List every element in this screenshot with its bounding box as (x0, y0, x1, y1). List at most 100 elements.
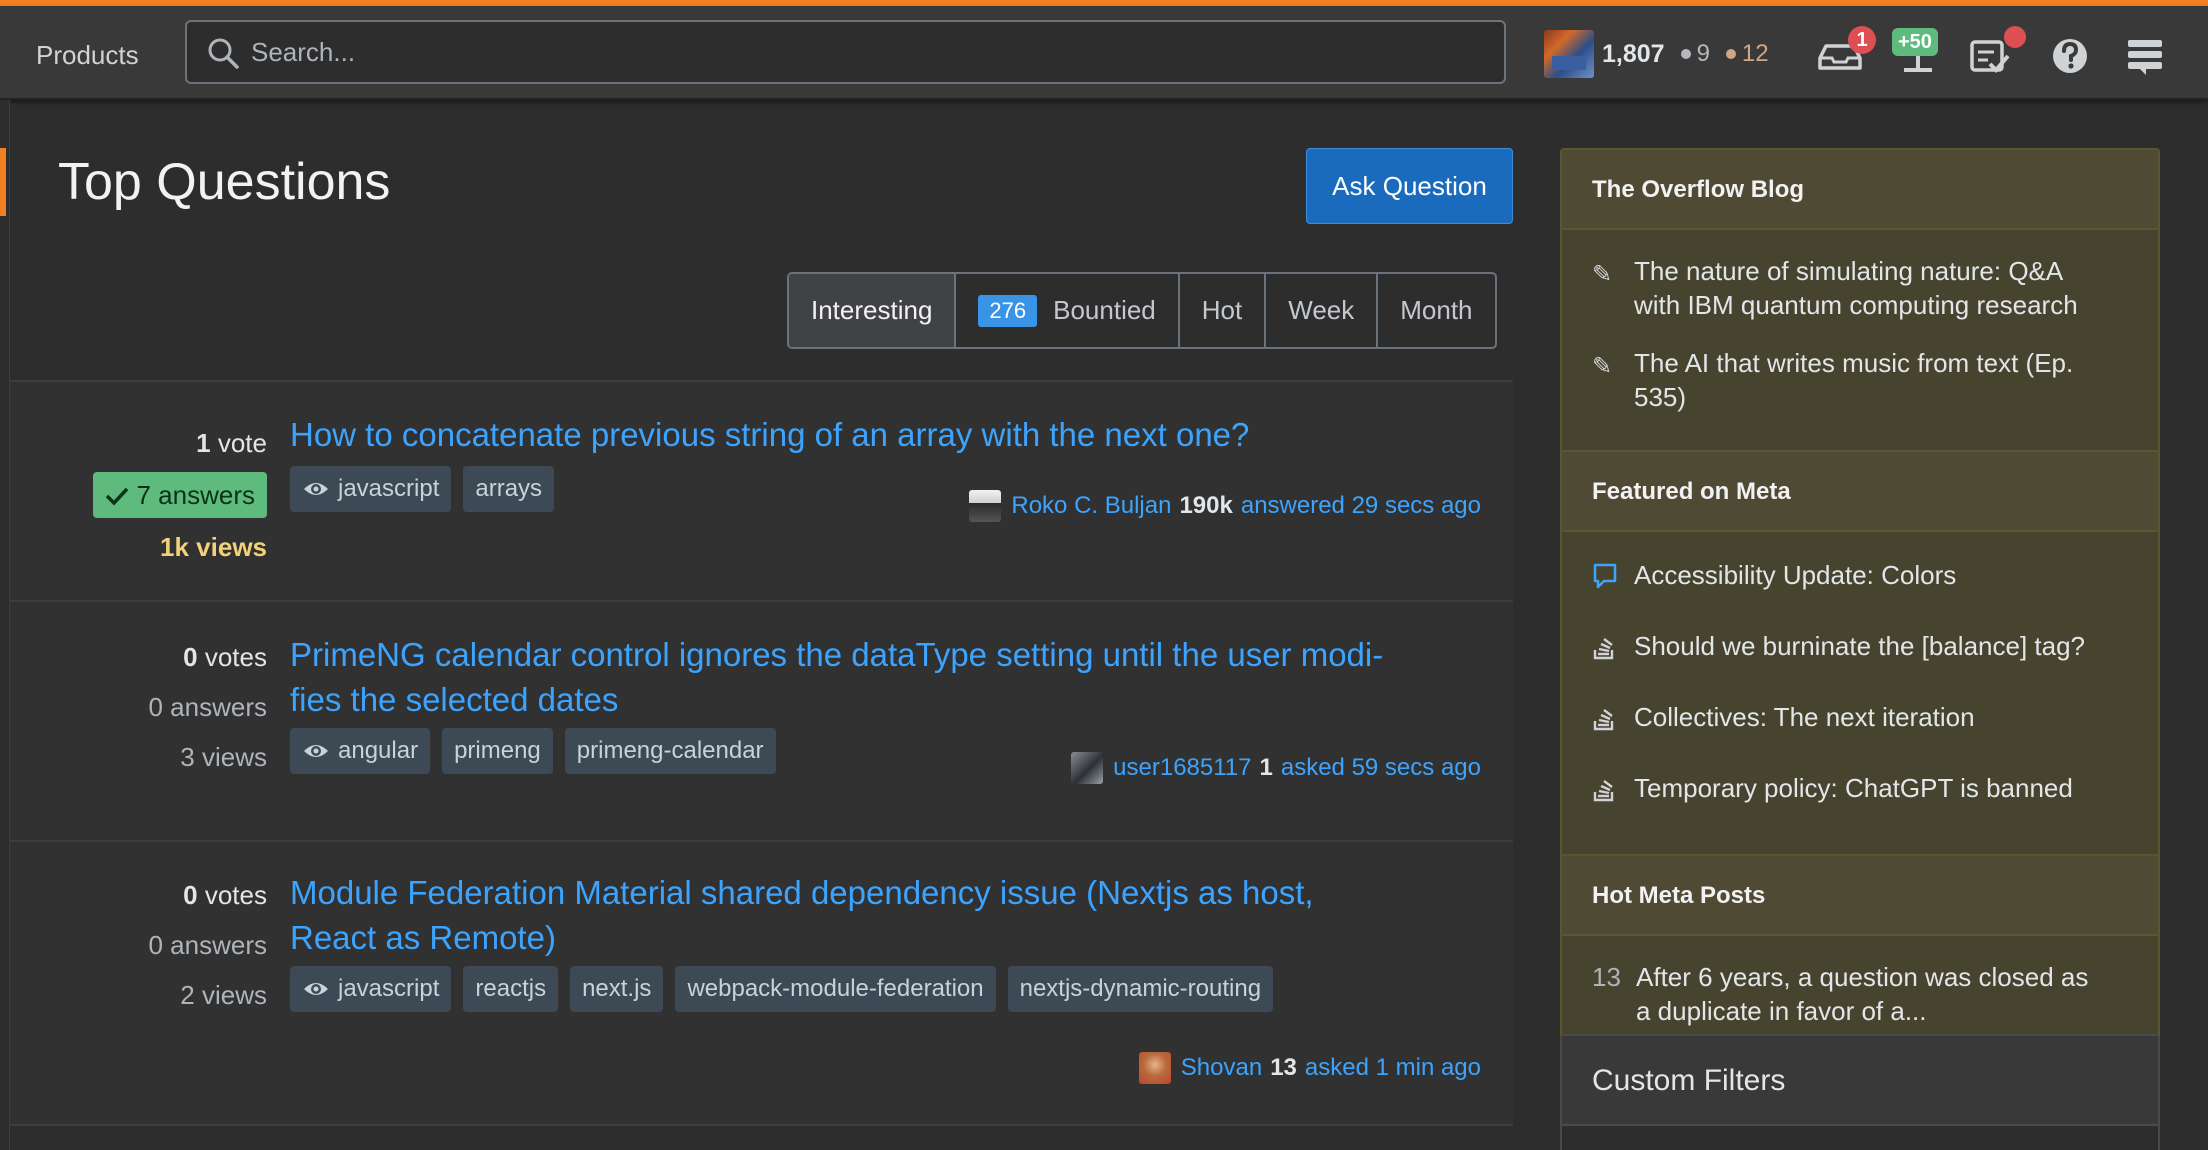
view-count: 2 views (180, 980, 267, 1010)
hot-meta-heading: Hot Meta Posts (1562, 856, 2158, 936)
eye-icon (304, 983, 328, 995)
achievements-badge: +50 (1892, 28, 1938, 56)
user-name-link[interactable]: Shovan (1181, 1054, 1262, 1082)
vote-count: 0 votes (183, 642, 267, 672)
left-nav-active-marker (0, 148, 6, 216)
meta-list: Accessibility Update: Colors Should we b… (1562, 532, 2158, 856)
search-input[interactable] (251, 22, 1471, 82)
question-title-link[interactable]: Module Federation Material shared depend… (290, 870, 1490, 960)
meta-item[interactable]: Temporary policy: ChatGPT is banned (1592, 771, 2128, 813)
meta-item[interactable]: Collectives: The next iteration (1592, 700, 2128, 742)
meta-heading: Featured on Meta (1562, 452, 2158, 532)
pencil-icon: ✎ (1592, 353, 1613, 380)
tag[interactable]: arrays (463, 466, 555, 512)
question-summary: 0 votes 0 answers 2 views Module Federat… (10, 840, 1513, 1126)
tag[interactable]: webpack-module-federation (675, 966, 996, 1012)
blog-heading: The Overflow Blog (1562, 150, 2158, 230)
activity-time-link[interactable]: asked 1 min ago (1305, 1054, 1481, 1082)
pencil-icon: ✎ (1592, 261, 1613, 288)
tab-label: Week (1288, 295, 1355, 325)
answer-count: 7 answers (17, 468, 267, 522)
checkmark-icon (105, 487, 129, 506)
review-notification-dot (2004, 26, 2026, 48)
activity-time-link[interactable]: asked 59 secs ago (1281, 754, 1481, 782)
hot-meta-item[interactable]: 13 After 6 years, a question was closed … (1592, 960, 2128, 1028)
user-reputation: 1 (1259, 754, 1273, 781)
inbox-badge: 1 (1848, 26, 1876, 54)
tag[interactable]: primeng-calendar (564, 728, 776, 774)
left-sidebar (0, 100, 10, 1150)
user-profile-link[interactable]: 1,807 9 12 (1544, 28, 1769, 80)
question-stats: 0 votes 0 answers 2 views (17, 870, 267, 1020)
page-title: Top Questions (58, 153, 391, 211)
vote-count: 1 vote (196, 428, 267, 458)
stack-logo-icon (1592, 700, 1634, 742)
vote-count: 0 votes (183, 880, 267, 910)
user-avatar[interactable] (969, 490, 1002, 522)
question-title-link[interactable]: PrimeNG calendar control ignores the dat… (290, 632, 1490, 722)
search-icon (208, 38, 239, 69)
help-icon[interactable] (2044, 30, 2096, 82)
answer-count: 13 (1592, 962, 1621, 992)
question-list: 1 vote 7 answers 1k views How to concate… (10, 380, 1513, 1126)
question-tags: angular primeng primeng-calendar (290, 728, 776, 774)
tab-month[interactable]: Month (1378, 274, 1494, 347)
question-stats: 0 votes 0 answers 3 views (17, 632, 267, 782)
stack-logo-icon (1592, 771, 1634, 813)
watched-tag[interactable]: javascript (290, 966, 452, 1012)
user-avatar[interactable] (1071, 752, 1104, 784)
blog-item[interactable]: ✎ The AI that writes music from text (Ep… (1592, 346, 2128, 414)
custom-filters-widget: Custom Filters (1560, 1034, 2160, 1150)
meta-item[interactable]: Should we burninate the [balance] tag? (1592, 629, 2128, 671)
tag[interactable]: primeng (442, 728, 553, 774)
question-owner: Shovan 13 asked 1 min ago (1138, 1052, 1481, 1084)
ask-question-button[interactable]: Ask Question (1306, 148, 1513, 224)
bronze-badge-count: 12 (1741, 40, 1769, 67)
tab-interesting[interactable]: Interesting (789, 274, 957, 347)
watched-tag[interactable]: angular (290, 728, 431, 774)
tab-label: Interesting (811, 295, 933, 325)
user-avatar[interactable] (1138, 1052, 1171, 1084)
question-owner: user1685117 1 asked 59 secs ago (1071, 752, 1481, 784)
tab-label: Hot (1201, 295, 1243, 325)
activity-time-link[interactable]: answered 29 secs ago (1241, 492, 1481, 520)
eye-icon (304, 483, 328, 495)
user-reputation: 190k (1179, 492, 1233, 519)
user-name-link[interactable]: user1685117 (1113, 754, 1251, 782)
site-switcher-icon[interactable] (2120, 30, 2172, 82)
watched-tag[interactable]: javascript (290, 466, 452, 512)
silver-badge-icon (1680, 49, 1691, 59)
silver-badge-count: 9 (1696, 40, 1710, 67)
question-filter-tabs: Interesting 276 Bountied Hot Week Month (787, 272, 1497, 349)
question-title-link[interactable]: How to concatenate previous string of an… (290, 412, 1490, 457)
tab-hot[interactable]: Hot (1180, 274, 1267, 347)
products-link[interactable]: Products (36, 40, 139, 71)
view-count: 1k views (160, 532, 267, 562)
tab-bountied[interactable]: 276 Bountied (956, 274, 1180, 347)
view-count: 3 views (180, 742, 267, 772)
bronze-badge-icon (1725, 49, 1736, 59)
eye-icon (304, 745, 328, 757)
question-tags: javascript arrays (290, 466, 555, 512)
topbar: Products 1,807 9 12 1 +50 (0, 6, 2208, 100)
tag[interactable]: nextjs-dynamic-routing (1007, 966, 1274, 1012)
answer-count: 0 answers (148, 692, 267, 722)
user-name-link[interactable]: Roko C. Buljan (1011, 492, 1171, 520)
search-box[interactable] (185, 20, 1506, 84)
tab-label: Month (1400, 295, 1473, 325)
tag[interactable]: next.js (570, 966, 664, 1012)
tag[interactable]: reactjs (463, 966, 559, 1012)
custom-filters-heading: Custom Filters (1562, 1036, 2158, 1126)
blog-item[interactable]: ✎ The nature of simulating nature: Q&A wi… (1592, 254, 2128, 322)
answer-count: 0 answers (148, 930, 267, 960)
tab-week[interactable]: Week (1266, 274, 1379, 347)
meta-item[interactable]: Accessibility Update: Colors (1592, 558, 2128, 600)
accepted-answers-badge: 7 answers (93, 472, 267, 518)
user-reputation: 13 (1270, 1054, 1297, 1081)
tab-label: Bountied (1053, 295, 1156, 325)
comment-icon (1592, 558, 1634, 600)
question-owner: Roko C. Buljan 190k answered 29 secs ago (969, 490, 1481, 522)
question-stats: 1 vote 7 answers 1k views (17, 418, 267, 572)
question-summary: 1 vote 7 answers 1k views How to concate… (10, 380, 1513, 600)
stack-logo-icon (1592, 629, 1634, 671)
